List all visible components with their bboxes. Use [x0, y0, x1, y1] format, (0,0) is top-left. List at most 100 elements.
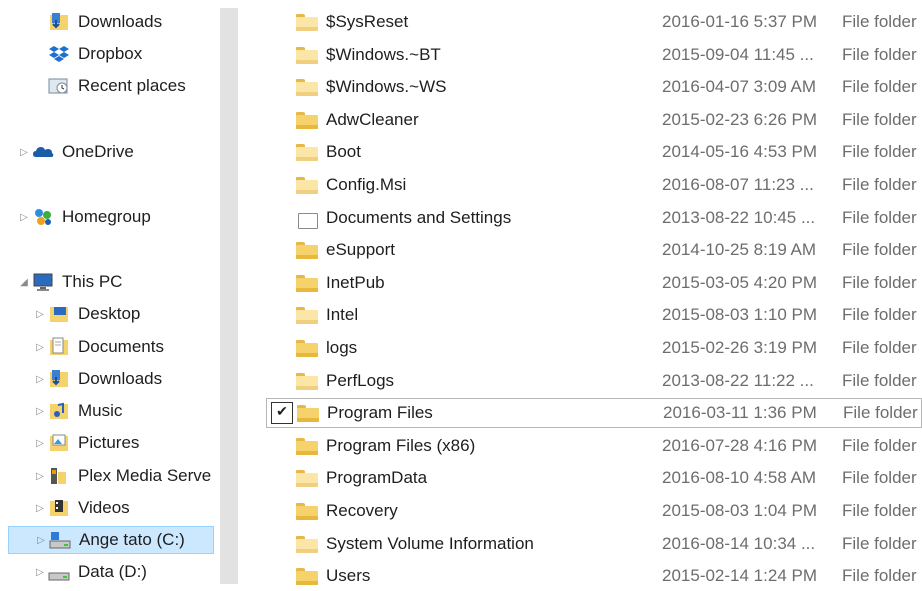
file-date-modified: 2016-03-11 1:36 PM	[663, 403, 817, 423]
navigation-pane: Downloads Dropbox Recent places ▷ OneDrive ▷ H…	[0, 0, 218, 584]
nav-item-label: Downloads	[78, 369, 163, 388]
folder-icon	[296, 306, 318, 325]
file-row[interactable]: ✔ Program Files 2016-03-11 1:36 PM File fol…	[266, 398, 922, 429]
expand-arrow-icon[interactable]: ▷	[34, 406, 46, 417]
folder-icon	[296, 567, 318, 586]
file-type: File folder	[842, 435, 917, 455]
file-date-modified: 2015-08-03 1:04 PM	[662, 501, 817, 520]
folder-shortcut-icon	[296, 209, 318, 229]
expand-arrow-icon[interactable]: ▷	[34, 374, 46, 385]
file-date-modified: 2014-05-16 4:53 PM	[662, 142, 817, 162]
file-name: Intel	[326, 305, 359, 325]
drive-c-icon	[49, 530, 71, 550]
file-row[interactable]: Program Files (x86) 2016-07-28 4:16 PM Fil…	[266, 431, 922, 461]
nav-item-videos[interactable]: ▷ Videos	[34, 494, 130, 522]
file-name: $SysReset	[326, 12, 409, 31]
nav-item-label: Dropbox	[78, 44, 143, 63]
folder-icon	[296, 535, 318, 553]
file-row[interactable]: Intel 2015-08-03 1:10 PM File folder	[266, 300, 922, 330]
nav-item-downloads[interactable]: ▷ Downloads	[34, 365, 162, 393]
nav-item-label: Documents	[78, 337, 164, 356]
file-date-modified: 2015-02-26 3:19 PM	[662, 338, 817, 357]
nav-item-label: Homegroup	[62, 207, 151, 226]
file-row[interactable]: ProgramData 2016-08-10 4:58 AM File folder	[266, 463, 922, 493]
onedrive-icon	[32, 142, 54, 162]
file-row[interactable]: Documents and Settings 2013-08-22 10:45 .…	[266, 203, 922, 233]
expand-arrow-icon[interactable]: ▷	[34, 567, 46, 578]
nav-item-documents[interactable]: ▷ Documents	[34, 333, 164, 361]
file-name: Recovery	[326, 501, 398, 520]
nav-item-label: Desktop	[78, 304, 141, 323]
file-type: File folder	[842, 12, 917, 31]
expand-arrow-icon[interactable]: ▷	[34, 438, 46, 449]
folder-icon	[296, 111, 318, 129]
folder-icon	[296, 274, 318, 292]
expand-arrow-icon[interactable]: ▷	[34, 342, 46, 353]
nav-item-downloads[interactable]: Downloads	[34, 8, 162, 36]
file-name: $Windows.~BT	[326, 44, 441, 64]
nav-item-recent-places[interactable]: Recent places	[34, 72, 186, 100]
file-row[interactable]: $SysReset 2016-01-16 5:37 PM File folder	[266, 7, 922, 37]
expand-arrow-icon[interactable]: ▷	[18, 212, 30, 223]
file-type: File folder	[843, 403, 918, 423]
file-date-modified: 2016-08-14 10:34 ...	[662, 533, 816, 553]
nav-item-plex-media-serve[interactable]: ▷ Plex Media Serve	[34, 462, 211, 490]
file-date-modified: 2015-09-04 11:45 ...	[662, 44, 814, 64]
file-type: File folder	[842, 142, 917, 162]
expand-arrow-icon[interactable]: ▷	[18, 147, 30, 158]
file-name: Boot	[326, 142, 361, 162]
expand-arrow-icon[interactable]: ▷	[34, 503, 46, 514]
folder-icon	[296, 339, 318, 357]
file-row[interactable]: logs 2015-02-26 3:19 PM File folder	[266, 333, 922, 363]
folder-icon	[296, 502, 318, 520]
file-name: Users	[326, 566, 371, 586]
file-date-modified: 2016-01-16 5:37 PM	[662, 12, 817, 31]
pictures-folder-icon	[48, 433, 70, 453]
file-type: File folder	[842, 533, 917, 553]
nav-item-data-d[interactable]: ▷ Data (D:)	[34, 558, 147, 586]
file-row[interactable]: Recovery 2015-08-03 1:04 PM File folder	[266, 496, 922, 526]
file-name: logs	[326, 338, 358, 357]
drive-d-icon	[48, 562, 70, 582]
nav-item-homegroup[interactable]: ▷ Homegroup	[18, 203, 151, 231]
row-checkbox[interactable]: ✔	[271, 402, 293, 425]
file-name: AdwCleaner	[326, 109, 419, 129]
nav-item-music[interactable]: ▷ Music	[34, 397, 122, 425]
file-type: File folder	[842, 207, 917, 227]
file-row[interactable]: AdwCleaner 2015-02-23 6:26 PM File folder	[266, 105, 922, 135]
file-date-modified: 2016-08-10 4:58 AM	[662, 468, 817, 488]
file-type: File folder	[842, 44, 917, 64]
file-row[interactable]: Config.Msi 2016-08-07 11:23 ... File folde…	[266, 170, 922, 200]
this-pc-icon	[32, 272, 54, 292]
file-name: PerfLogs	[326, 370, 395, 390]
file-row[interactable]: Boot 2014-05-16 4:53 PM File folder	[266, 137, 922, 167]
file-date-modified: 2013-08-22 11:22 ...	[662, 370, 814, 390]
nav-item-onedrive[interactable]: ▷ OneDrive	[18, 138, 134, 166]
file-date-modified: 2013-08-22 10:45 ...	[662, 207, 816, 227]
file-row[interactable]: System Volume Information 2016-08-14 10:3…	[266, 529, 922, 559]
nav-item-label: Music	[78, 401, 123, 420]
file-row[interactable]: PerfLogs 2013-08-22 11:22 ... File folder	[266, 366, 922, 396]
file-type: File folder	[842, 501, 917, 520]
nav-item-pictures[interactable]: ▷ Pictures	[34, 429, 139, 457]
nav-item-this-pc[interactable]: ◢ This PC	[18, 268, 122, 296]
file-row[interactable]: Users 2015-02-14 1:24 PM File folder	[266, 561, 922, 591]
navigation-scrollbar[interactable]	[220, 8, 238, 584]
nav-item-dropbox[interactable]: Dropbox	[34, 40, 142, 68]
expanded-arrow-icon[interactable]: ◢	[18, 277, 30, 288]
expand-arrow-icon[interactable]: ▷	[34, 309, 46, 320]
expand-arrow-icon[interactable]: ▷	[35, 535, 47, 546]
nav-item-label: This PC	[62, 272, 123, 291]
nav-item-desktop[interactable]: ▷ Desktop	[34, 300, 140, 328]
nav-item-label: Downloads	[78, 12, 163, 31]
file-list: $SysReset 2016-01-16 5:37 PM File folder $W…	[242, 0, 922, 586]
desktop-folder-icon	[48, 304, 70, 324]
file-row[interactable]: $Windows.~WS 2016-04-07 3:09 AM File folde…	[266, 72, 922, 102]
file-row[interactable]: eSupport 2014-10-25 8:19 AM File folder	[266, 235, 922, 265]
file-name: ProgramData	[326, 468, 428, 488]
file-row[interactable]: InetPub 2015-03-05 4:20 PM File folder	[266, 268, 922, 298]
file-row[interactable]: $Windows.~BT 2015-09-04 11:45 ... File fol…	[266, 40, 922, 70]
music-folder-icon	[48, 401, 70, 421]
expand-arrow-icon[interactable]: ▷	[34, 471, 46, 482]
nav-item-ange-tato-c[interactable]: ▷ Ange tato (C:)	[8, 526, 214, 554]
